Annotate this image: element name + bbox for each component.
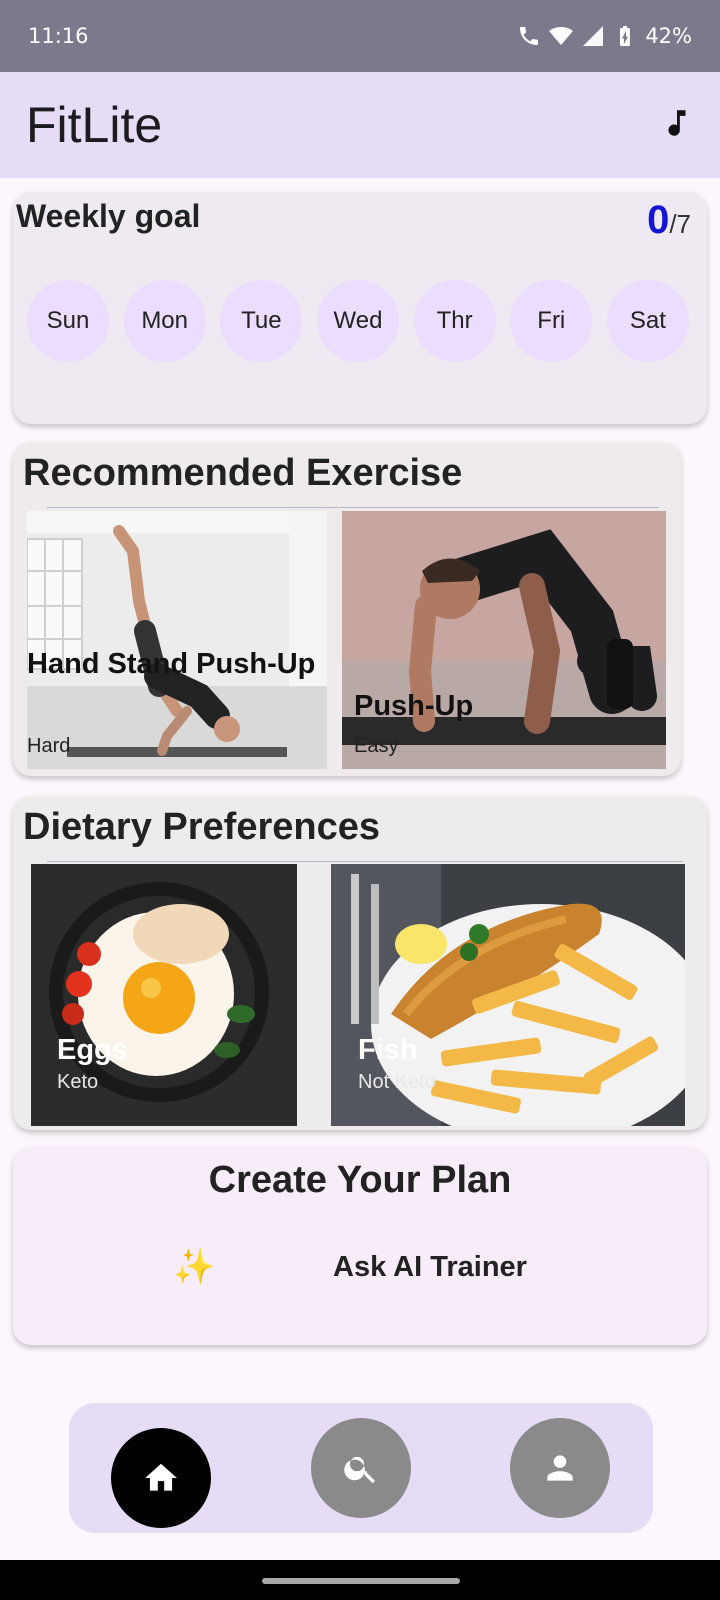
day-thr[interactable]: Thr [413, 280, 496, 362]
food-tag: Keto [57, 1071, 99, 1093]
nav-search-button[interactable] [311, 1418, 411, 1518]
battery-level: 42% [645, 24, 692, 48]
create-plan-title: Create Your Plan [208, 1159, 512, 1201]
exercise-name: Push-Up [354, 690, 474, 722]
status-time: 11:16 [28, 24, 89, 48]
day-fri[interactable]: Fri [510, 280, 593, 362]
nav-home-button[interactable] [111, 1428, 211, 1528]
wifi-calling-icon [520, 27, 539, 45]
weekly-goal-title: Weekly goal [16, 198, 201, 234]
app-title: FitLite [26, 97, 163, 153]
sparkles-icon: ✨ [173, 1248, 216, 1286]
status-icons: 42% [517, 24, 692, 48]
battery-charging-icon [620, 26, 631, 46]
divider [47, 861, 683, 862]
app-bar: FitLite [0, 72, 720, 178]
person-icon [547, 1455, 573, 1481]
day-sun[interactable]: Sun [27, 280, 109, 362]
gesture-handle[interactable] [262, 1578, 460, 1584]
day-selector: Sun Mon Tue Wed Thr Fri Sat [27, 280, 707, 362]
dietary-preferences-card: Dietary Preferences Eggs Keto Fish Not K… [13, 796, 707, 1130]
system-navigation-bar [0, 1560, 720, 1600]
ask-ai-trainer-button[interactable]: Ask AI Trainer [333, 1251, 527, 1284]
weekly-goal-card: Weekly goal 0/7 Sun Mon Tue Wed Thr Fri … [13, 192, 707, 424]
divider [47, 507, 659, 508]
bottom-navigation [69, 1403, 653, 1533]
weekly-goal-completed: 0 [647, 198, 670, 242]
diet-tile-eggs[interactable]: Eggs Keto [31, 864, 297, 1126]
diet-tile-fish[interactable]: Fish Not Keto [331, 864, 685, 1126]
handstand-image [27, 511, 327, 769]
food-name: Eggs [57, 1034, 128, 1066]
wifi-icon [549, 27, 574, 45]
day-wed[interactable]: Wed [316, 280, 399, 362]
weekly-goal-total: /7 [669, 209, 691, 239]
exercise-difficulty: Hard [27, 735, 71, 757]
signal-icon [583, 26, 604, 46]
recommended-exercise-card: Recommended Exercise Hand Stand Push-Up … [13, 442, 681, 776]
home-icon [145, 1463, 177, 1491]
nav-profile-button[interactable] [510, 1418, 610, 1518]
music-note-icon[interactable] [660, 106, 694, 145]
create-plan-card: Create Your Plan ✨ Ask AI Trainer [13, 1147, 707, 1345]
weekly-goal-count: 0/7 [647, 198, 691, 243]
exercise-tile-handstand[interactable]: Hand Stand Push-Up Hard [27, 511, 327, 769]
pushup-image [342, 511, 666, 769]
food-tag: Not Keto [358, 1071, 436, 1093]
dietary-preferences-title: Dietary Preferences [23, 806, 380, 848]
day-tue[interactable]: Tue [220, 280, 303, 362]
day-sat[interactable]: Sat [606, 280, 689, 362]
status-bar: 11:16 42% [0, 0, 720, 72]
food-name: Fish [358, 1034, 418, 1066]
search-icon [344, 1456, 375, 1484]
exercise-name: Hand Stand Push-Up [27, 648, 316, 680]
day-mon[interactable]: Mon [123, 280, 206, 362]
exercise-difficulty: Easy [354, 735, 399, 757]
exercise-tile-pushup[interactable]: Push-Up Easy [342, 511, 666, 769]
recommended-exercise-title: Recommended Exercise [23, 452, 463, 494]
